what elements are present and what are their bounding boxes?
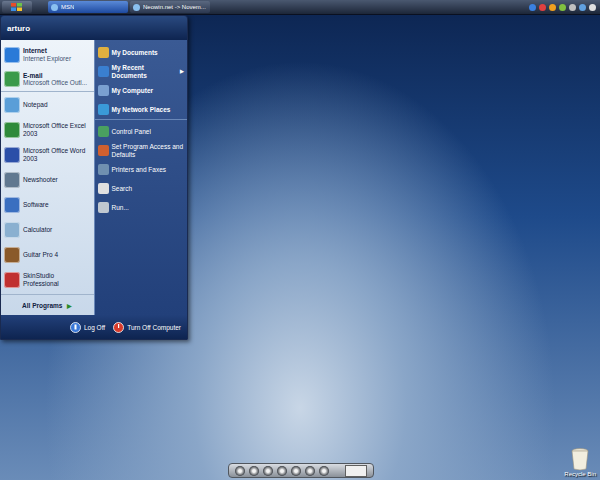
arrow-icon: ▶ [67, 302, 72, 309]
program-icon [4, 71, 20, 87]
tray-app-icon[interactable] [549, 4, 556, 11]
place-icon [98, 202, 109, 213]
all-programs-button[interactable]: All Programs▶ [1, 294, 94, 315]
start-menu: arturoInternetInternet ExplorerE-mailMic… [0, 15, 188, 340]
place-item[interactable]: Search [95, 179, 188, 198]
dock-app-icon[interactable] [277, 466, 287, 476]
log-off-button[interactable]: Log Off [70, 322, 105, 333]
program-item[interactable]: E-mailMicrosoft Office Outl... [1, 67, 94, 92]
dock-app-icon[interactable] [319, 466, 329, 476]
program-icon [4, 47, 20, 63]
place-item[interactable]: My Computer [95, 81, 188, 100]
power-icon [113, 322, 124, 333]
program-item[interactable]: InternetInternet Explorer [1, 42, 94, 67]
program-icon [4, 147, 20, 163]
place-icon [98, 47, 109, 58]
program-item[interactable]: Microsoft Office Excel 2003 [1, 117, 94, 142]
program-icon [4, 122, 20, 138]
recycle-bin[interactable]: Recycle Bin [564, 447, 596, 477]
tray-app-icon[interactable] [569, 4, 576, 11]
place-icon [98, 145, 109, 156]
user-header: arturo [1, 16, 187, 40]
tray-app-icon[interactable] [579, 4, 586, 11]
tray-app-icon[interactable] [589, 4, 596, 11]
place-icon [98, 85, 109, 96]
desktop: MSNNeowin.net -> Novem... arturoInternetI… [0, 0, 600, 480]
window-icon [133, 4, 140, 11]
submenu-arrow-icon: ▶ [180, 69, 184, 75]
tray-app-icon[interactable] [539, 4, 546, 11]
program-item[interactable]: Calculator [1, 217, 94, 242]
dock-app-icon[interactable] [305, 466, 315, 476]
tray-app-icon[interactable] [559, 4, 566, 11]
key-icon [70, 322, 81, 333]
dock-app-icon[interactable] [263, 466, 273, 476]
program-item[interactable]: Newshooter [1, 167, 94, 192]
place-icon [98, 126, 109, 137]
program-icon [4, 172, 20, 188]
program-icon [4, 97, 20, 113]
place-icon [98, 164, 109, 175]
dock-app-icon[interactable] [235, 466, 245, 476]
taskbar: MSNNeowin.net -> Novem... [0, 0, 600, 15]
task-button[interactable]: MSN [48, 1, 128, 13]
place-item[interactable]: Run... [95, 198, 188, 217]
task-button[interactable]: Neowin.net -> Novem... [130, 1, 210, 13]
place-item[interactable]: My Network Places [95, 100, 188, 120]
dock-app-icon[interactable] [291, 466, 301, 476]
tray-app-icon[interactable] [529, 4, 536, 11]
window-icon [51, 4, 58, 11]
start-menu-footer: Log Off Turn Off Computer [1, 315, 187, 339]
clock-icon [345, 465, 367, 477]
place-icon [98, 66, 109, 77]
programs-column: InternetInternet ExplorerE-mailMicrosoft… [1, 40, 94, 315]
place-icon [98, 104, 109, 115]
dock [228, 463, 374, 478]
turn-off-button[interactable]: Turn Off Computer [113, 322, 181, 333]
task-list: MSNNeowin.net -> Novem... [48, 1, 210, 13]
dock-app-icon[interactable] [249, 466, 259, 476]
program-item[interactable]: SkinStudio Professional [1, 267, 94, 292]
place-icon [98, 183, 109, 194]
program-item[interactable]: Guitar Pro 4 [1, 242, 94, 267]
place-item[interactable]: Control Panel [95, 122, 188, 141]
program-item[interactable]: Microsoft Office Word 2003 [1, 142, 94, 167]
recycle-bin-icon [570, 447, 590, 471]
system-tray [529, 4, 596, 11]
program-icon [4, 197, 20, 213]
program-icon [4, 222, 20, 238]
places-column: My DocumentsMy Recent Documents▶My Compu… [94, 40, 188, 315]
program-icon [4, 272, 20, 288]
place-item[interactable]: Printers and Faxes [95, 160, 188, 179]
program-item[interactable]: Notepad [1, 92, 94, 117]
windows-logo-icon [10, 2, 24, 12]
place-item[interactable]: Set Program Access and Defaults [95, 141, 188, 160]
place-item[interactable]: My Recent Documents▶ [95, 62, 188, 81]
start-button[interactable] [2, 1, 32, 13]
program-icon [4, 247, 20, 263]
place-item[interactable]: My Documents [95, 43, 188, 62]
program-item[interactable]: Software [1, 192, 94, 217]
